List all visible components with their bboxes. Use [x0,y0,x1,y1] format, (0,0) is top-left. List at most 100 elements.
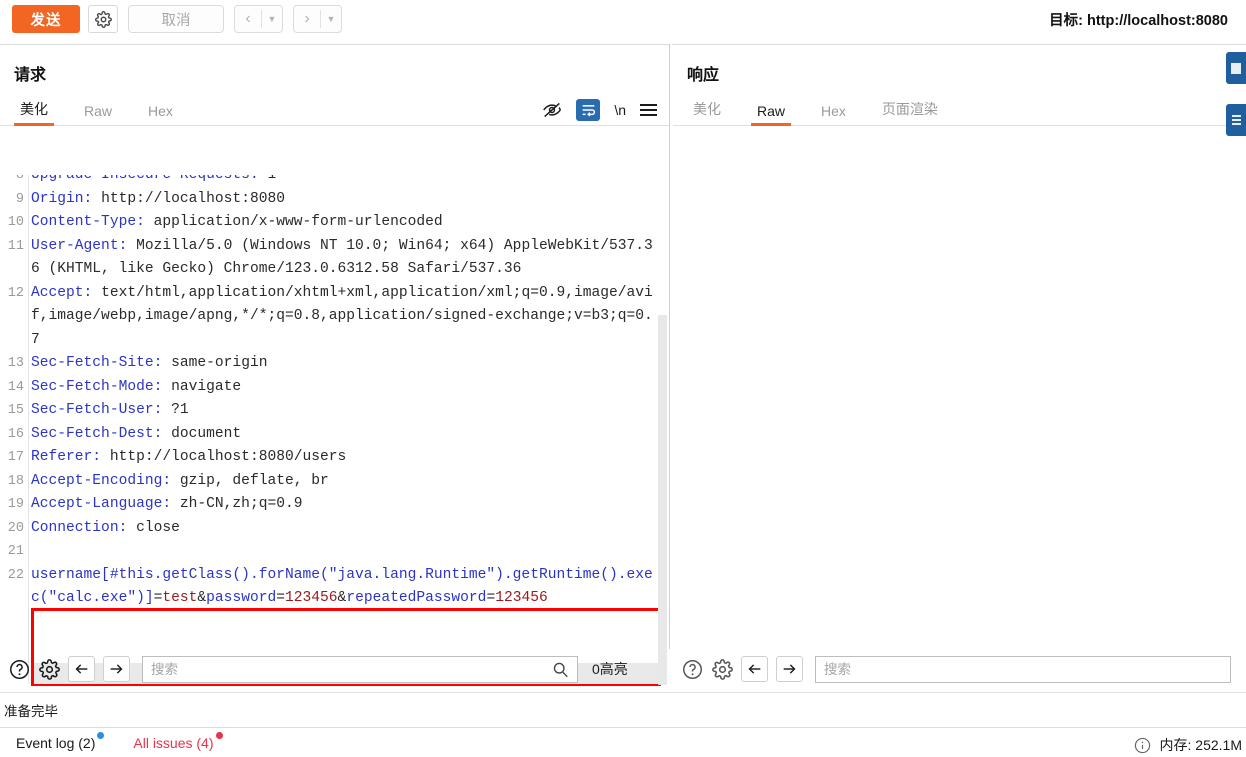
tab-response-pretty[interactable]: 美化 [687,99,727,126]
send-button[interactable]: 发送 [12,5,80,33]
code-token: Origin: [31,190,93,207]
response-search-field-wrapper[interactable] [815,655,1231,683]
chevron-right-icon: › [304,10,310,27]
request-tab-icon-group: \n [542,99,657,121]
tab-request-raw[interactable]: Raw [78,103,118,126]
show-newlines-button[interactable]: \n [614,102,626,118]
request-find-prev-button[interactable] [68,656,95,682]
list-panel-tab[interactable] [1226,104,1246,136]
help-icon [10,659,29,679]
request-find-settings-button[interactable] [39,658,60,680]
line-number: 21 [7,544,24,559]
code-token: test [162,590,198,606]
cancel-button[interactable]: 取消 [128,5,224,33]
code-line: Sec-Fetch-User: ?1 [31,399,655,423]
response-find-next-button[interactable] [776,656,803,682]
request-help-button[interactable] [9,659,30,680]
request-search-field-wrapper[interactable] [142,655,578,683]
response-body-area[interactable] [673,175,1246,694]
code-line: Referer: http://localhost:8080/users [31,446,655,470]
code-token: 123456 [495,590,548,606]
code-line: Accept: text/html,application/xhtml+xml,… [31,282,655,353]
request-search-input[interactable] [143,656,577,682]
hide-values-toggle-button[interactable] [542,101,562,119]
info-icon [1134,737,1150,753]
layout-panel-tab[interactable] [1226,52,1246,84]
event-log-label: Event log (2) [16,734,96,751]
history-back-button[interactable]: ‹ ▼ [234,5,283,33]
code-token: 123456 [285,590,338,606]
request-find-next-button[interactable] [103,656,130,682]
help-icon [683,659,702,679]
code-line: Sec-Fetch-Dest: document [31,423,655,447]
arrow-right-icon [110,664,123,674]
send-settings-gear-button[interactable] [88,5,118,33]
code-line: Sec-Fetch-Mode: navigate [31,376,655,400]
response-search-input[interactable] [816,656,1230,682]
chevron-down-icon[interactable]: ▼ [262,6,282,32]
word-wrap-icon [582,105,595,117]
request-panel: 请求 美化 Raw Hex \n 8 9 10 11 12 13 14 15 1… [0,45,669,694]
code-token: & [197,590,207,606]
response-help-button[interactable] [682,659,703,680]
code-line: Upgrade-Insecure-Requests: 1 [31,175,655,188]
code-token: & [337,590,347,606]
request-editor[interactable]: 8 9 10 11 12 13 14 15 16 17 18 19 20 21 22 Upgrade-Ins… [0,175,669,694]
gear-icon [94,10,112,28]
all-issues-badge-dot [215,731,223,739]
line-number: 17 [7,450,24,465]
all-issues-link[interactable]: All issues (4) [133,731,223,751]
code-line: Origin: http://localhost:8080 [31,188,655,212]
code-token: 1 [258,175,277,183]
code-token: http://localhost:8080/users [101,449,347,465]
code-token: application/x-www-form-urlencoded [144,214,443,230]
code-token: Sec-Fetch-Dest: [31,425,163,442]
tab-request-pretty[interactable]: 美化 [14,99,54,126]
code-token: password [206,590,277,606]
chevron-down-icon[interactable]: ▼ [321,6,341,32]
line-number: 10 [7,215,24,230]
code-token: Content-Type: [31,214,145,230]
target-label: 目标: http://localhost:8080 [1049,13,1228,29]
code-token: navigate [162,378,242,395]
tab-request-hex[interactable]: Hex [142,103,179,126]
response-find-settings-button[interactable] [712,658,733,680]
code-token: Referer: [31,449,102,465]
code-line: Accept-Language: zh-CN,zh;q=0.9 [31,493,655,517]
code-token: repeatedPassword [346,590,487,606]
line-number: 12 [7,285,24,301]
word-wrap-toggle-button[interactable] [576,99,601,121]
event-log-link[interactable]: Event log (2) [16,731,105,751]
request-code-area[interactable]: Upgrade-Insecure-Requests: 1 Origin: http… [31,175,655,611]
code-token: Accept-Encoding: [31,472,172,489]
status-bar: Event log (2) All issues (4) 内存: 252.1M [0,728,1246,757]
line-number: 22 [7,567,24,583]
code-token: Sec-Fetch-Site: [31,355,163,371]
line-number: 8 [15,175,24,183]
response-find-prev-button[interactable] [741,656,768,682]
request-editor-scrollbar[interactable] [658,315,667,685]
history-forward-button[interactable]: › ▼ [293,5,342,33]
tab-response-hex[interactable]: Hex [815,103,852,126]
line-number-continuation [0,305,28,329]
chevron-left-icon: ‹ [245,10,251,27]
code-token: Upgrade-Insecure-Requests: [31,175,259,183]
request-overflow-menu-button[interactable] [640,104,657,116]
code-token: Accept: [31,284,93,301]
panel-splitter[interactable] [669,44,672,649]
request-panel-title: 请求 [14,67,47,84]
event-log-badge-dot [97,731,105,739]
tab-response-render[interactable]: 页面渲染 [876,99,944,126]
gear-icon [39,658,60,680]
line-number: 11 [7,238,24,254]
code-token: text/html,application/xhtml+xml,applicat… [31,284,653,348]
code-line: Sec-Fetch-Site: same-origin [31,352,655,376]
tab-response-raw[interactable]: Raw [751,103,792,126]
newline-icon: \n [614,102,626,118]
status-divider [0,692,1246,693]
memory-indicator[interactable]: 内存: 252.1M [1134,735,1242,755]
code-token: ?1 [162,402,189,418]
line-number: 13 [7,356,24,371]
code-line: Connection: close [31,517,655,541]
